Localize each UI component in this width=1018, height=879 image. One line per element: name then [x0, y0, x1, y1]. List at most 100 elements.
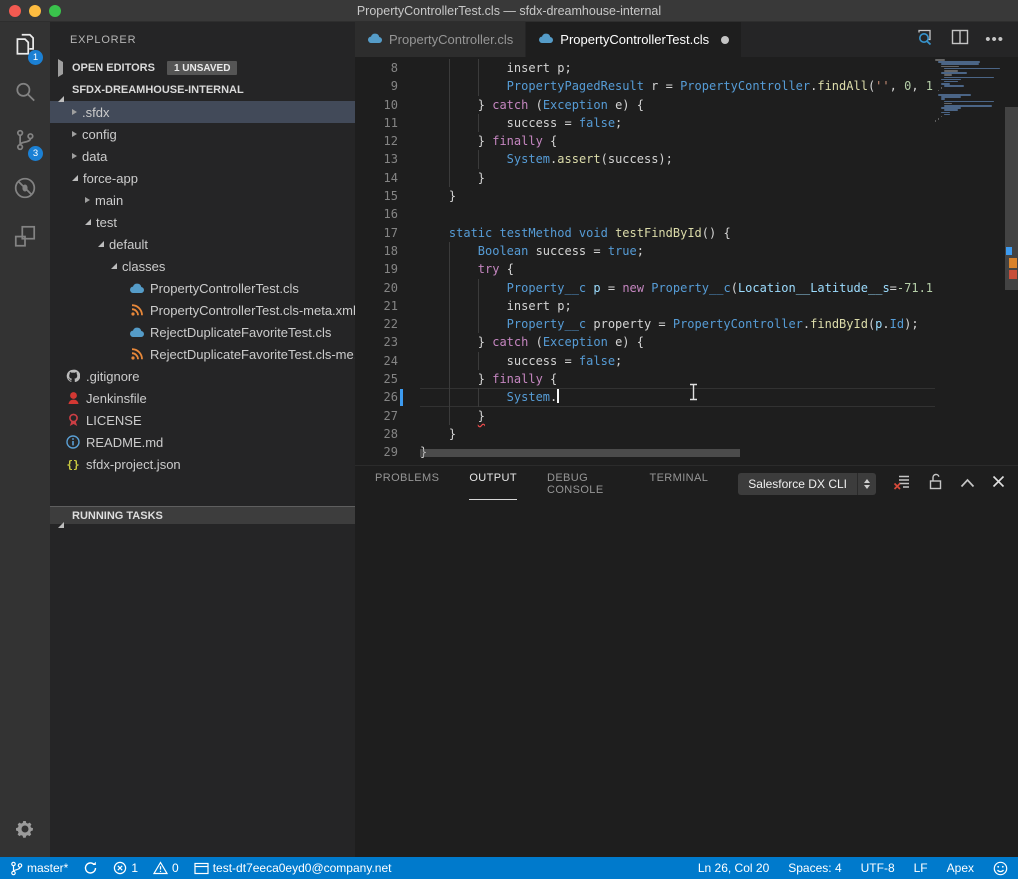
code-line-23[interactable]: 23} catch (Exception e) { — [355, 333, 935, 351]
tree-item-test[interactable]: test — [50, 211, 355, 233]
close-window-button[interactable] — [9, 5, 21, 17]
gutter[interactable] — [398, 77, 420, 95]
output-channel-select[interactable]: Salesforce DX CLI — [738, 473, 876, 495]
line-content[interactable]: } — [420, 169, 935, 187]
tree-item-data[interactable]: data — [50, 145, 355, 167]
code-line-26[interactable]: 26System. — [355, 388, 935, 406]
code-line-10[interactable]: 10} catch (Exception e) { — [355, 96, 935, 114]
code-line-28[interactable]: 28} — [355, 425, 935, 443]
activity-bar-item-extensions[interactable] — [0, 214, 50, 262]
line-content[interactable]: success = false; — [420, 114, 935, 132]
running-tasks-section[interactable]: RUNNING TASKS — [50, 506, 355, 524]
line-content[interactable]: PropertyPagedResult r = PropertyControll… — [420, 77, 935, 95]
status-item-sync[interactable] — [83, 861, 98, 875]
line-content[interactable]: insert p; — [420, 297, 935, 315]
gutter[interactable] — [398, 96, 420, 114]
gutter[interactable] — [398, 260, 420, 278]
gutter[interactable] — [398, 205, 420, 223]
line-content[interactable]: } finally { — [420, 132, 935, 150]
close-panel-button[interactable] — [992, 475, 1005, 493]
gutter[interactable] — [398, 297, 420, 315]
gutter[interactable] — [398, 370, 420, 388]
gutter[interactable] — [398, 333, 420, 351]
code-line-17[interactable]: 17static testMethod void testFindById() … — [355, 224, 935, 242]
status-item-feedback[interactable] — [993, 861, 1008, 876]
line-content[interactable]: } — [420, 407, 935, 425]
open-preview-button[interactable] — [916, 28, 935, 51]
tree-item-sfdx-project-json[interactable]: {}sfdx-project.json — [50, 453, 355, 475]
gutter[interactable] — [398, 59, 420, 77]
line-content[interactable]: Property__c property = PropertyControlle… — [420, 315, 935, 333]
workspace-root-section[interactable]: SFDX-DREAMHOUSE-INTERNAL — [50, 79, 355, 101]
tree-item-default[interactable]: default — [50, 233, 355, 255]
code-line-9[interactable]: 9PropertyPagedResult r = PropertyControl… — [355, 77, 935, 95]
gutter[interactable] — [398, 352, 420, 370]
gutter[interactable] — [398, 169, 420, 187]
status-item-default-org[interactable]: test-dt7eeca0eyd0@company.net — [194, 861, 392, 875]
panel-tab-debug-console[interactable]: DEBUG CONSOLE — [547, 468, 619, 500]
code-line-27[interactable]: 27} — [355, 407, 935, 425]
code-line-19[interactable]: 19try { — [355, 260, 935, 278]
tree-item-main[interactable]: main — [50, 189, 355, 211]
tree-item-config[interactable]: config — [50, 123, 355, 145]
line-content[interactable]: } — [420, 425, 935, 443]
tree-item-license[interactable]: LICENSE — [50, 409, 355, 431]
code-editor[interactable]: 8insert p;9PropertyPagedResult r = Prope… — [355, 57, 1018, 465]
unsaved-dot-icon[interactable] — [721, 36, 729, 44]
line-content[interactable]: success = false; — [420, 352, 935, 370]
code-line-21[interactable]: 21insert p; — [355, 297, 935, 315]
code-line-14[interactable]: 14} — [355, 169, 935, 187]
editor-tab-1[interactable]: PropertyController.cls — [355, 22, 526, 57]
line-content[interactable] — [420, 205, 935, 223]
status-item-warnings[interactable]: 0 — [153, 861, 179, 875]
gutter[interactable] — [398, 132, 420, 150]
status-item-encoding[interactable]: UTF-8 — [861, 861, 895, 875]
line-content[interactable]: } catch (Exception e) { — [420, 333, 935, 351]
activity-bar-item-debug[interactable] — [0, 166, 50, 214]
line-content[interactable]: } finally { — [420, 370, 935, 388]
code-line-16[interactable]: 16 — [355, 205, 935, 223]
gutter[interactable] — [398, 388, 420, 406]
line-content[interactable]: } catch (Exception e) { — [420, 96, 935, 114]
panel-tab-terminal[interactable]: TERMINAL — [649, 468, 708, 500]
zoom-window-button[interactable] — [49, 5, 61, 17]
activity-bar-item-source-control[interactable]: 3 — [0, 118, 50, 166]
split-editor-button[interactable] — [951, 29, 969, 50]
tree-item--sfdx[interactable]: .sfdx — [50, 101, 355, 123]
horizontal-scrollbar-thumb[interactable] — [420, 449, 740, 457]
gutter[interactable] — [398, 443, 420, 461]
tree-item-jenkinsfile[interactable]: Jenkinsfile — [50, 387, 355, 409]
tree-item-propertycontrollertest-cls-meta-xml[interactable]: PropertyControllerTest.cls-meta.xml — [50, 299, 355, 321]
line-content[interactable]: static testMethod void testFindById() { — [420, 224, 935, 242]
gutter[interactable] — [398, 315, 420, 333]
tree-item-force-app[interactable]: force-app — [50, 167, 355, 189]
scroll-lock-button[interactable] — [928, 473, 943, 495]
code-line-15[interactable]: 15} — [355, 187, 935, 205]
settings-gear-button[interactable] — [0, 818, 50, 845]
vertical-scrollbar[interactable] — [1005, 57, 1018, 465]
gutter[interactable] — [398, 425, 420, 443]
line-content[interactable]: Property__c p = new Property__c(Location… — [420, 279, 935, 297]
gutter[interactable] — [398, 150, 420, 168]
gutter[interactable] — [398, 407, 420, 425]
status-item-git-branch[interactable]: master* — [10, 861, 68, 876]
output-panel-content[interactable] — [355, 502, 1018, 857]
tree-item-propertycontrollertest-cls[interactable]: PropertyControllerTest.cls — [50, 277, 355, 299]
tree-item-rejectduplicatefavoritetest-cls[interactable]: RejectDuplicateFavoriteTest.cls — [50, 321, 355, 343]
gutter[interactable] — [398, 224, 420, 242]
minimize-window-button[interactable] — [29, 5, 41, 17]
editor-tab-2[interactable]: PropertyControllerTest.cls — [526, 22, 742, 57]
status-item-eol[interactable]: LF — [914, 861, 928, 875]
maximize-panel-button[interactable] — [960, 475, 975, 493]
code-line-13[interactable]: 13System.assert(success); — [355, 150, 935, 168]
gutter[interactable] — [398, 279, 420, 297]
line-content[interactable]: } — [420, 187, 935, 205]
line-content[interactable]: insert p; — [420, 59, 935, 77]
code-line-18[interactable]: 18Boolean success = true; — [355, 242, 935, 260]
code-line-25[interactable]: 25} finally { — [355, 370, 935, 388]
activity-bar-item-search[interactable] — [0, 70, 50, 118]
status-item-cursor-position[interactable]: Ln 26, Col 20 — [698, 861, 769, 875]
line-content[interactable]: System.assert(success); — [420, 150, 935, 168]
code-line-8[interactable]: 8insert p; — [355, 59, 935, 77]
panel-tab-output[interactable]: OUTPUT — [469, 468, 517, 500]
